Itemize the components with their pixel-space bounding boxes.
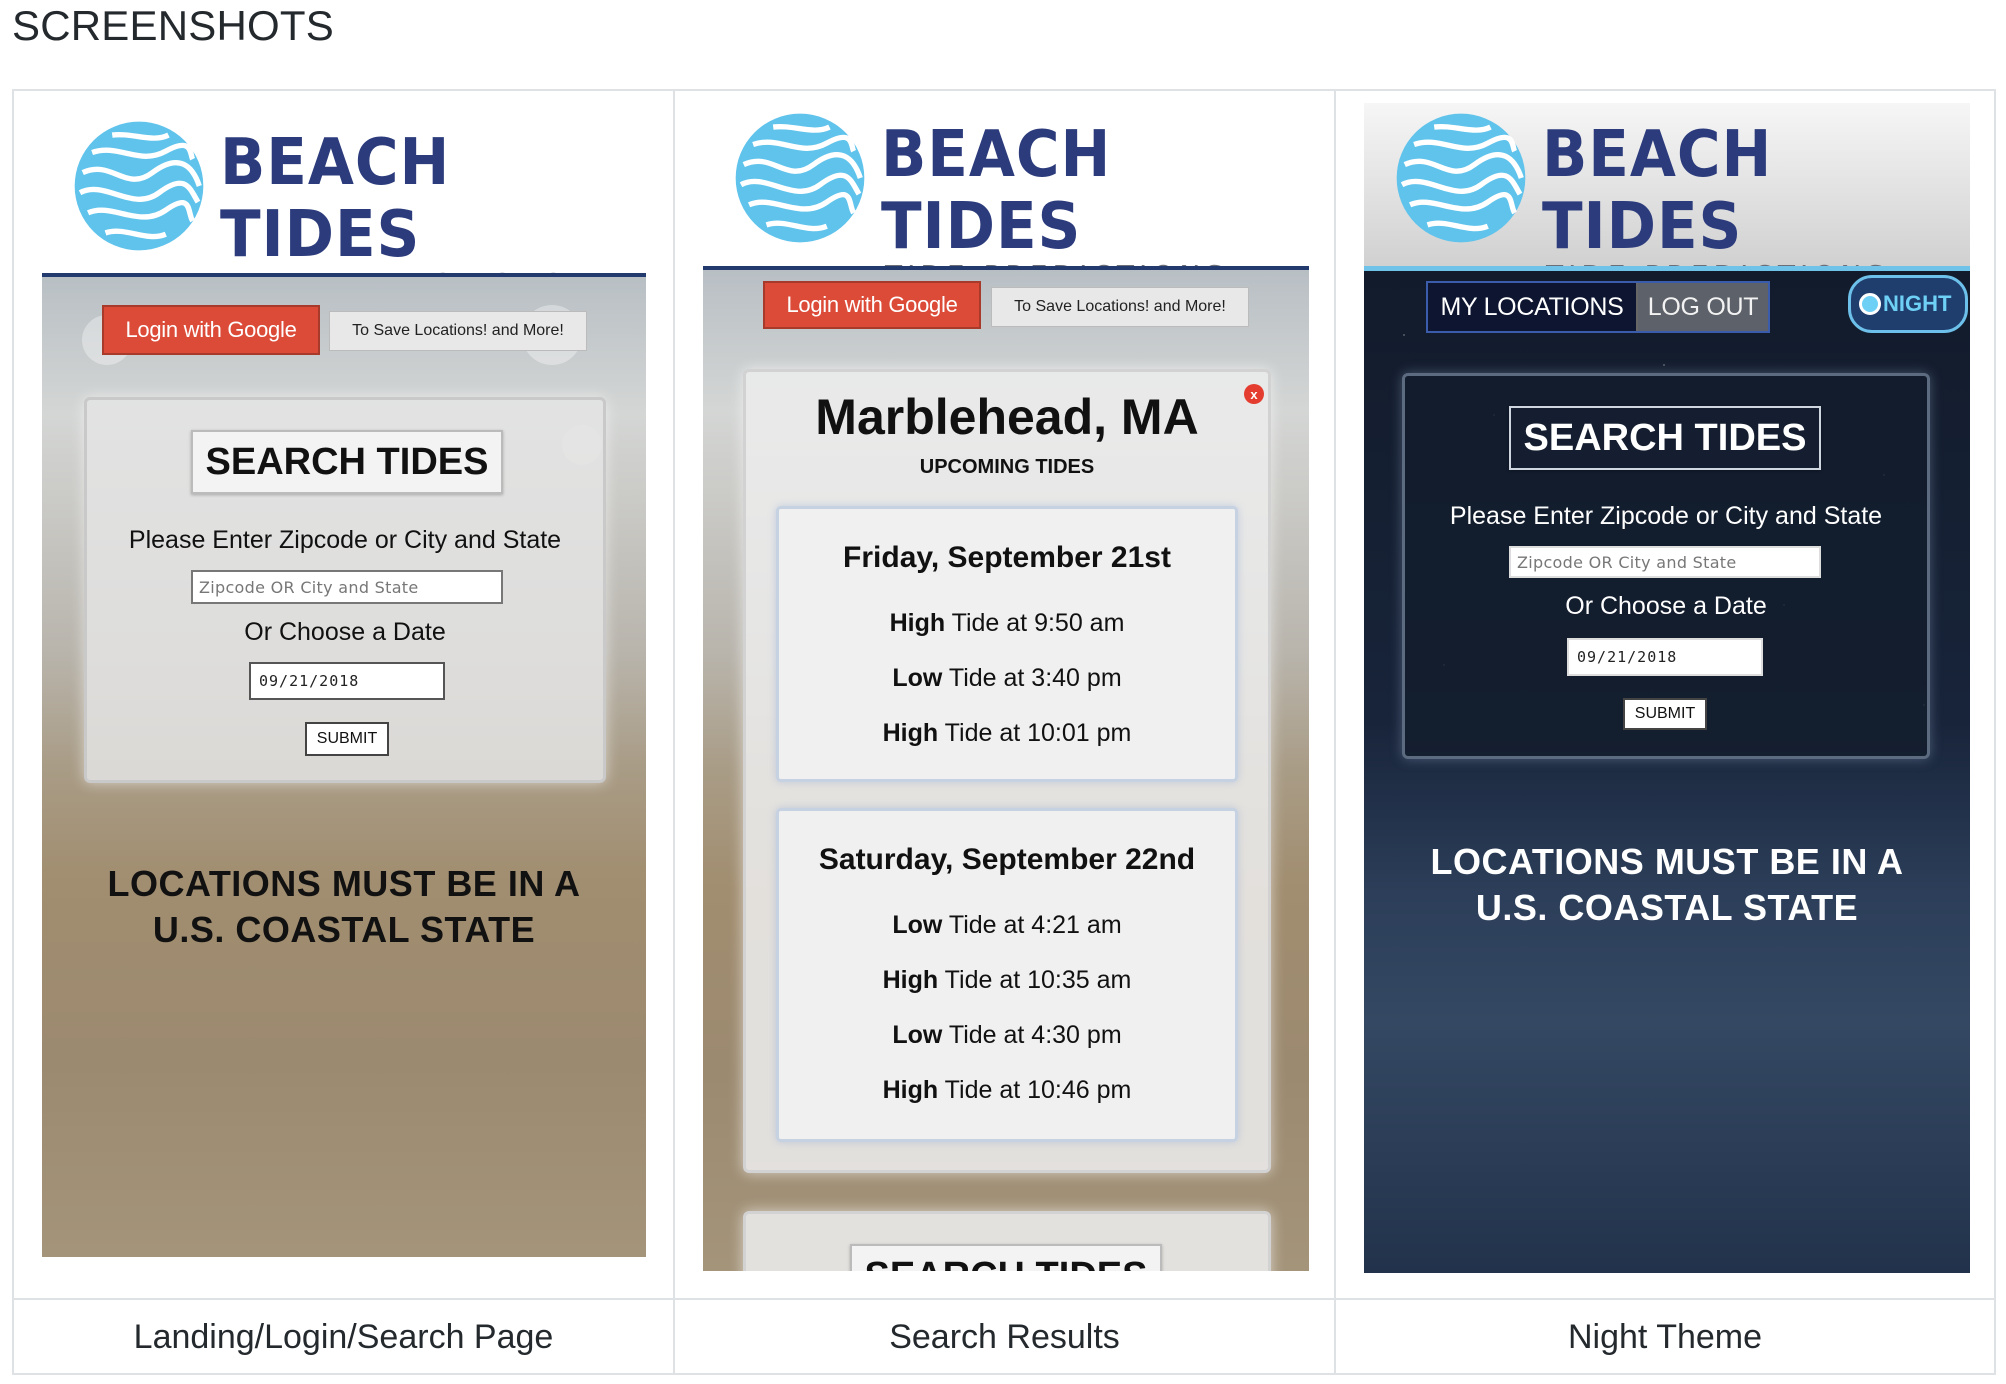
night-toggle-label: NIGHT	[1883, 291, 1952, 316]
tide-entry: High Tide at 10:46 pm	[779, 1076, 1235, 1105]
logo-title: BEACH TIDES	[1542, 118, 1773, 264]
app-header: BEACH TIDES TIDE PREDICTIONS	[1364, 103, 1970, 292]
submit-button[interactable]: SUBMIT	[305, 722, 389, 756]
day-title: Saturday, September 22nd	[818, 843, 1196, 876]
tide-type: Low	[892, 1021, 943, 1049]
notice-line-2: U.S. COASTAL STATE	[1475, 887, 1859, 928]
night-phone: BEACH TIDES TIDE PREDICTIONS MY LOCATION…	[1364, 103, 1970, 1273]
screenshot-cell-results: BEACH TIDES TIDE PREDICTIONS Login with …	[675, 91, 1336, 1298]
tide-type: High	[882, 966, 939, 994]
search-title: SEARCH TIDES	[191, 430, 503, 494]
tide-text: Tide at 3:40 pm	[948, 664, 1122, 692]
search-panel: SEARCH TIDES Please Enter Zipcode or Cit…	[1402, 373, 1930, 759]
tide-entry: Low Tide at 4:30 pm	[779, 1021, 1235, 1050]
night-toggle[interactable]: NIGHT	[1848, 275, 1968, 333]
results-phone: BEACH TIDES TIDE PREDICTIONS Login with …	[703, 101, 1309, 1271]
tide-entry: High Tide at 10:01 pm	[779, 719, 1235, 748]
login-note: To Save Locations! and More!	[991, 287, 1249, 327]
submit-button[interactable]: SUBMIT	[1623, 698, 1707, 730]
tide-type: Low	[892, 664, 943, 692]
user-nav: MY LOCATIONS LOG OUT	[1426, 281, 1770, 333]
results-panel: x Marblehead, MA UPCOMING TIDES Friday, …	[743, 369, 1271, 1173]
search-title: SEARCH TIDES	[1509, 406, 1821, 470]
tide-type: Low	[892, 911, 943, 939]
tide-text: Tide at 10:46 pm	[944, 1076, 1132, 1104]
caption-results: Search Results	[675, 1300, 1336, 1375]
login-google-button[interactable]: Login with Google	[102, 305, 320, 355]
wave-swirl-icon	[1396, 113, 1526, 243]
caption-row: Landing/Login/Search Page Search Results…	[14, 1298, 1994, 1375]
login-google-button[interactable]: Login with Google	[763, 281, 981, 329]
notice-line-1: LOCATIONS MUST BE IN A	[1430, 841, 1904, 882]
logo-title: BEACH TIDES	[881, 118, 1112, 264]
zip-prompt: Please Enter Zipcode or City and State	[128, 526, 562, 554]
date-prompt: Or Choose a Date	[1565, 592, 1767, 620]
tide-entry: High Tide at 9:50 am	[779, 609, 1235, 638]
caption-landing: Landing/Login/Search Page	[14, 1300, 675, 1375]
screenshots-table: BEACH TIDES TIDE PREDICTIONS Login with …	[12, 89, 1996, 1375]
date-input[interactable]: 09/21/2018	[1567, 638, 1763, 676]
notice-line-1: LOCATIONS MUST BE IN A	[107, 863, 581, 904]
day-title: Friday, September 21st	[843, 541, 1171, 574]
search-input[interactable]: Zipcode OR City and State	[191, 570, 503, 604]
landing-phone: BEACH TIDES TIDE PREDICTIONS Login with …	[42, 105, 646, 1257]
wave-swirl-icon	[74, 121, 204, 251]
app-header: BEACH TIDES TIDE PREDICTIONS	[703, 101, 1309, 292]
app-header: BEACH TIDES TIDE PREDICTIONS	[42, 105, 646, 300]
search-panel-peek: SEARCH TIDES	[743, 1211, 1271, 1271]
upcoming-tides-label: UPCOMING TIDES	[919, 456, 1095, 478]
section-heading: SCREENSHOTS	[12, 2, 334, 49]
caption-night: Night Theme	[1567, 1318, 1763, 1356]
tide-type: High	[882, 719, 939, 747]
tide-type: High	[889, 609, 946, 637]
screenshot-cell-night: BEACH TIDES TIDE PREDICTIONS MY LOCATION…	[1336, 91, 1997, 1298]
night-toggle-knob-icon	[1859, 293, 1881, 315]
logo-title: BEACH TIDES	[220, 126, 451, 272]
tide-type: High	[882, 1076, 939, 1104]
screenshot-cell-landing: BEACH TIDES TIDE PREDICTIONS Login with …	[14, 91, 675, 1298]
login-note: To Save Locations! and More!	[329, 311, 587, 351]
tide-text: Tide at 4:30 pm	[948, 1021, 1122, 1049]
day-card: Friday, September 21st High Tide at 9:50…	[776, 506, 1238, 782]
day-card: Saturday, September 22nd Low Tide at 4:2…	[776, 808, 1238, 1142]
wave-swirl-icon	[735, 113, 865, 243]
tide-text: Tide at 10:35 am	[944, 966, 1132, 994]
date-prompt: Or Choose a Date	[244, 618, 446, 646]
tide-entry: High Tide at 10:35 am	[779, 966, 1235, 995]
date-input[interactable]: 09/21/2018	[249, 662, 445, 700]
city-title: Marblehead, MA	[815, 389, 1199, 445]
search-input[interactable]: Zipcode OR City and State	[1509, 546, 1821, 578]
tide-text: Tide at 9:50 am	[951, 609, 1125, 637]
tide-text: Tide at 10:01 pm	[944, 719, 1132, 747]
zip-prompt: Please Enter Zipcode or City and State	[1449, 502, 1883, 530]
tide-entry: Low Tide at 3:40 pm	[779, 664, 1235, 693]
search-title: SEARCH TIDES	[850, 1244, 1162, 1271]
notice-line-2: U.S. COASTAL STATE	[152, 909, 536, 950]
tide-entry: Low Tide at 4:21 am	[779, 911, 1235, 940]
log-out-button[interactable]: LOG OUT	[1638, 283, 1768, 331]
my-locations-button[interactable]: MY LOCATIONS	[1428, 283, 1638, 331]
tide-text: Tide at 4:21 am	[948, 911, 1122, 939]
search-panel: SEARCH TIDES Please Enter Zipcode or Cit…	[84, 397, 606, 783]
